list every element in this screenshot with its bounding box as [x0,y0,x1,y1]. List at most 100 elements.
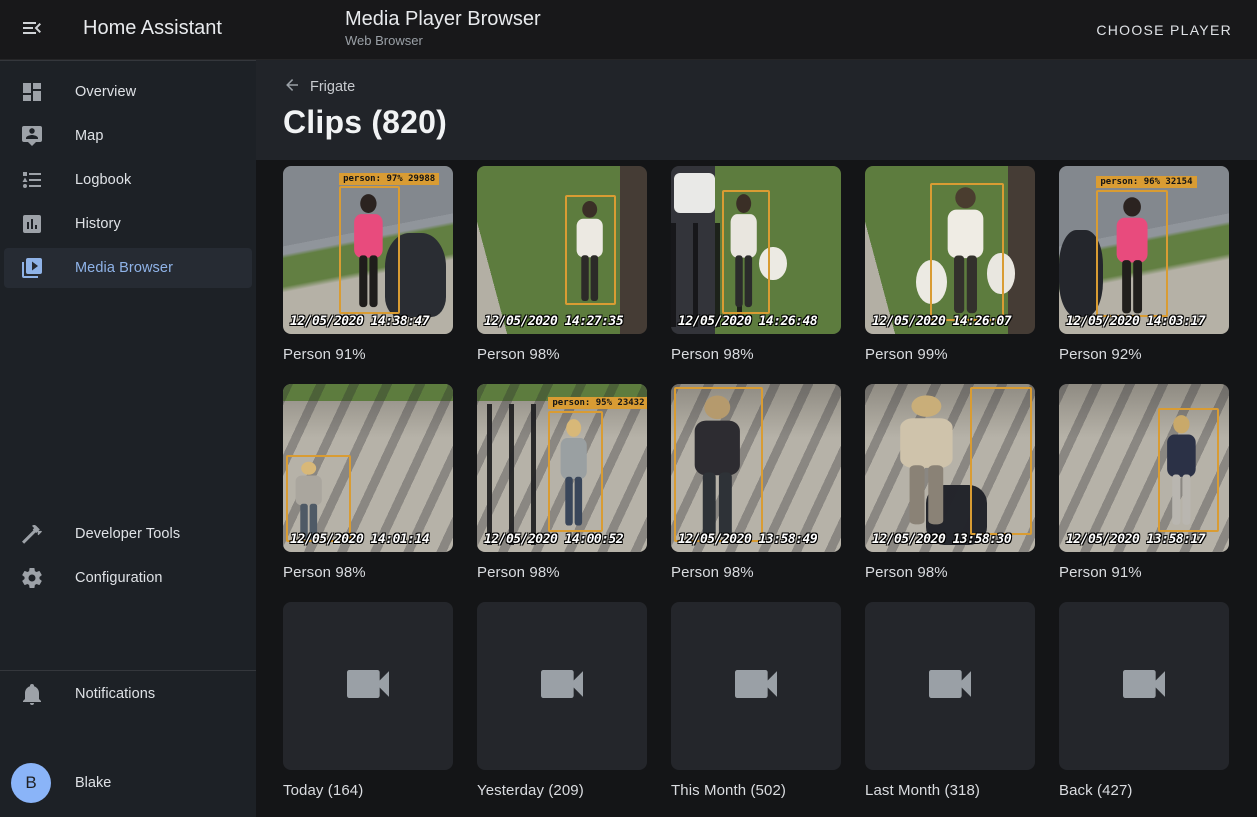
sidebar-item-label: Logbook [75,172,131,188]
clip-tile[interactable]: 12/05/2020 14:26:48 [671,166,841,334]
arrow-left-icon [283,76,310,98]
clip-timestamp-overlay: 12/05/2020 14:38:47 [290,314,429,329]
page-subtitle: Web Browser [345,33,423,48]
folder-label: This Month (502) [671,782,841,799]
clip-timestamp-overlay: 12/05/2020 13:58:30 [872,532,1011,547]
folder-label: Today (164) [283,782,453,799]
breadcrumb-label: Frigate [310,79,355,95]
sidebar-item-map[interactable]: Map [4,116,252,156]
folder-tile[interactable] [283,602,453,770]
detection-label: person: 95% 23432 [548,397,647,409]
detection-label: person: 96% 32154 [1096,176,1196,188]
detection-bbox [565,195,616,306]
sidebar-item-media-browser[interactable]: Media Browser [4,248,252,288]
clip-tile[interactable]: person: 95% 23432 12/05/2020 14:00:52 [477,384,647,552]
sidebar-item-label: Developer Tools [75,526,180,542]
clip-timestamp-overlay: 12/05/2020 14:26:48 [678,314,817,329]
sidebar-item-label: Map [75,128,104,144]
clip-label: Person 98% [477,564,647,581]
sidebar-item-overview[interactable]: Overview [4,72,252,112]
clip-tile[interactable]: 12/05/2020 14:01:14 [283,384,453,552]
sidebar-item-label: Notifications [75,686,155,702]
person-silhouette [889,394,964,528]
app-title: Home Assistant [83,17,222,40]
folder-tile[interactable] [671,602,841,770]
detection-label: person: 97% 29988 [339,173,439,185]
clip-timestamp-overlay: 12/05/2020 14:26:07 [872,314,1011,329]
clip-tile[interactable]: 12/05/2020 13:58:30 [865,384,1035,552]
sidebar-item-configuration[interactable]: Configuration [4,558,252,598]
folder-tile[interactable] [1059,602,1229,770]
clip-timestamp-overlay: 12/05/2020 13:58:17 [1066,532,1205,547]
clip-label: Person 98% [865,564,1035,581]
detection-bbox [286,455,351,542]
sidebar-user-item[interactable]: B Blake [0,755,256,811]
media-browser-header: Frigate Clips (820) [256,60,1257,160]
sidebar-item-label: Overview [75,84,136,100]
clip-label: Person 92% [1059,346,1229,363]
sidebar-item-notifications[interactable]: Notifications [4,674,252,714]
folder-tile[interactable] [865,602,1035,770]
video-camera-icon [922,656,978,717]
folder-label: Last Month (318) [865,782,1035,799]
folder-label: Back (427) [1059,782,1229,799]
user-name: Blake [75,775,111,791]
clip-cell: 12/05/2020 13:58:49Person 98% [671,384,841,581]
choose-player-button[interactable]: CHOOSE PLAYER [1088,15,1240,45]
sidebar-item-label: Media Browser [75,260,173,276]
clip-tile[interactable]: 12/05/2020 13:58:49 [671,384,841,552]
page-title: Media Player Browser [345,8,541,31]
folder-label: Yesterday (209) [477,782,647,799]
sidebar-nav-list: Overview Map Logbook History Media Brows… [0,68,256,292]
hammer-icon [20,522,44,546]
clip-label: Person 98% [671,346,841,363]
clip-label: Person 98% [477,346,647,363]
video-camera-icon [1116,656,1172,717]
clip-timestamp-overlay: 12/05/2020 14:03:17 [1066,314,1205,329]
menu-open-button[interactable] [14,12,50,48]
sidebar-notifications-wrap: Notifications [0,670,256,718]
clip-timestamp-overlay: 12/05/2020 14:27:35 [484,314,623,329]
sidebar-item-developer-tools[interactable]: Developer Tools [4,514,252,554]
detection-bbox [1158,408,1219,532]
scene-detail [674,173,715,213]
clip-label: Person 99% [865,346,1035,363]
sidebar-tools-list: Developer Tools Configuration [0,510,256,602]
gear-icon [20,566,44,590]
clip-timestamp-overlay: 12/05/2020 14:00:52 [484,532,623,547]
clip-label: Person 91% [283,346,453,363]
sidebar-item-logbook[interactable]: Logbook [4,160,252,200]
folder-cell: Last Month (318) [865,602,1035,799]
folder-cell: Yesterday (209) [477,602,647,799]
clip-tile[interactable]: 12/05/2020 14:27:35 [477,166,647,334]
breadcrumb-back[interactable]: Frigate [283,76,355,98]
folder-cell: Today (164) [283,602,453,799]
map-icon [20,124,44,148]
bell-icon [20,682,44,706]
video-camera-icon [340,656,396,717]
folder-tile[interactable] [477,602,647,770]
sidebar-item-label: History [75,216,121,232]
logbook-icon [20,168,44,192]
clip-tile[interactable]: 12/05/2020 14:26:07 [865,166,1035,334]
clip-tile[interactable]: 12/05/2020 13:58:17 [1059,384,1229,552]
clip-cell: 12/05/2020 13:58:30 Person 98% [865,384,1035,581]
media-browser-icon [20,256,44,280]
avatar: B [11,763,51,803]
dashboard-icon [20,80,44,104]
clip-label: Person 91% [1059,564,1229,581]
video-camera-icon [728,656,784,717]
clip-tile[interactable]: person: 97% 29988 12/05/2020 14:38:47 [283,166,453,334]
clip-tile[interactable]: person: 96% 32154 12/05/2020 14:03:17 [1059,166,1229,334]
clip-timestamp-overlay: 12/05/2020 13:58:49 [678,532,817,547]
detection-bbox [970,387,1031,535]
detection-bbox [339,186,400,314]
media-grid-area: person: 97% 29988 12/05/2020 14:38:47 Pers… [256,160,1257,817]
section-title: Clips (820) [283,104,447,141]
menu-open-icon [20,16,44,45]
sidebar-item-history[interactable]: History [4,204,252,244]
sidebar: Overview Map Logbook History Media Brows… [0,60,256,817]
clip-cell: person: 96% 32154 12/05/2020 14:03:17 Pers… [1059,166,1229,363]
clip-cell: 12/05/2020 14:01:14Person 98% [283,384,453,581]
sidebar-item-label: Configuration [75,570,163,586]
